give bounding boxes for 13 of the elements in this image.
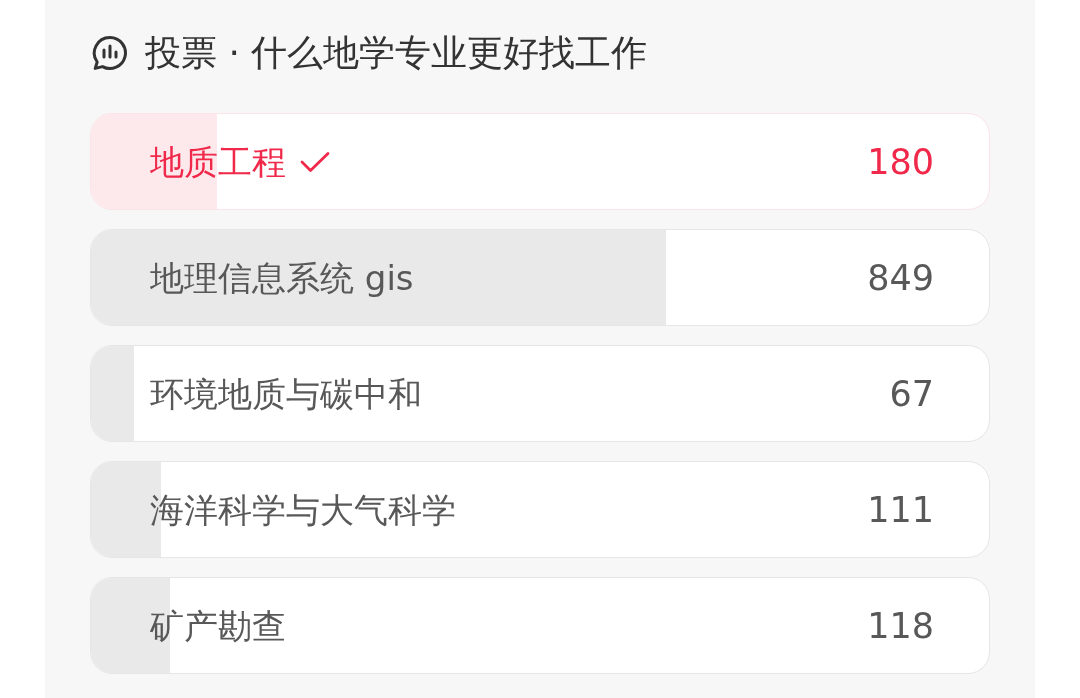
- check-icon: [300, 150, 330, 173]
- vote-count: 67: [889, 373, 934, 414]
- poll-option[interactable]: 环境地质与碳中和 67: [90, 345, 990, 442]
- poll-title: 投票 · 什么地学专业更好找工作: [145, 33, 648, 73]
- poll-option[interactable]: 地理信息系统 gis 849: [90, 229, 990, 326]
- vote-count: 180: [867, 141, 934, 182]
- vote-count: 849: [867, 257, 934, 298]
- vote-count: 111: [867, 489, 934, 530]
- poll-option[interactable]: 海洋科学与大气科学 111: [90, 461, 990, 558]
- vote-count: 118: [867, 605, 934, 646]
- speech-bubble-icon: [92, 35, 128, 71]
- poll-option[interactable]: 地质工程 180: [90, 113, 990, 210]
- poll-option[interactable]: 矿产勘查 118: [90, 577, 990, 674]
